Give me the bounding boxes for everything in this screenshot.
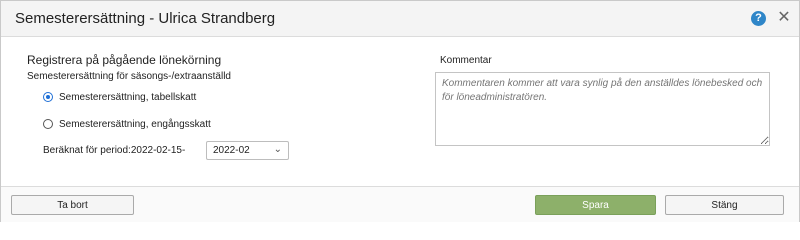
period-label: Beräknat för period:2022-02-15-: [43, 145, 186, 156]
close-button[interactable]: Stäng: [665, 195, 784, 215]
radio-button[interactable]: [43, 119, 53, 129]
dialog: Semesterersättning - Ulrica Strandberg ?…: [0, 0, 800, 222]
radio-label: Semesterersättning, tabellskatt: [59, 91, 197, 103]
radio-option-tabellskatt[interactable]: Semesterersättning, tabellskatt: [43, 89, 196, 105]
radio-label: Semesterersättning, engångsskatt: [59, 118, 211, 130]
dialog-title: Semesterersättning - Ulrica Strandberg: [15, 10, 276, 27]
help-icon[interactable]: ?: [751, 11, 766, 26]
comment-textarea[interactable]: [435, 72, 770, 146]
comment-label: Kommentar: [440, 55, 492, 66]
period-select-value: 2022-02: [213, 145, 250, 156]
dialog-header: Semesterersättning - Ulrica Strandberg ?…: [1, 1, 799, 37]
radio-option-engangsskatt[interactable]: Semesterersättning, engångsskatt: [43, 116, 211, 132]
section-subheading: Semesterersättning för säsongs-/extraans…: [27, 71, 231, 82]
save-button[interactable]: Spara: [535, 195, 656, 215]
period-select[interactable]: 2022-02 ⌄: [206, 141, 289, 160]
chevron-down-icon: ⌄: [273, 144, 282, 155]
close-icon[interactable]: ✕: [776, 9, 792, 27]
delete-button[interactable]: Ta bort: [11, 195, 134, 215]
radio-button-checked[interactable]: [43, 92, 53, 102]
dialog-footer: Ta bort Spara Stäng: [1, 186, 799, 222]
section-heading: Registrera på pågående lönekörning: [27, 53, 222, 67]
